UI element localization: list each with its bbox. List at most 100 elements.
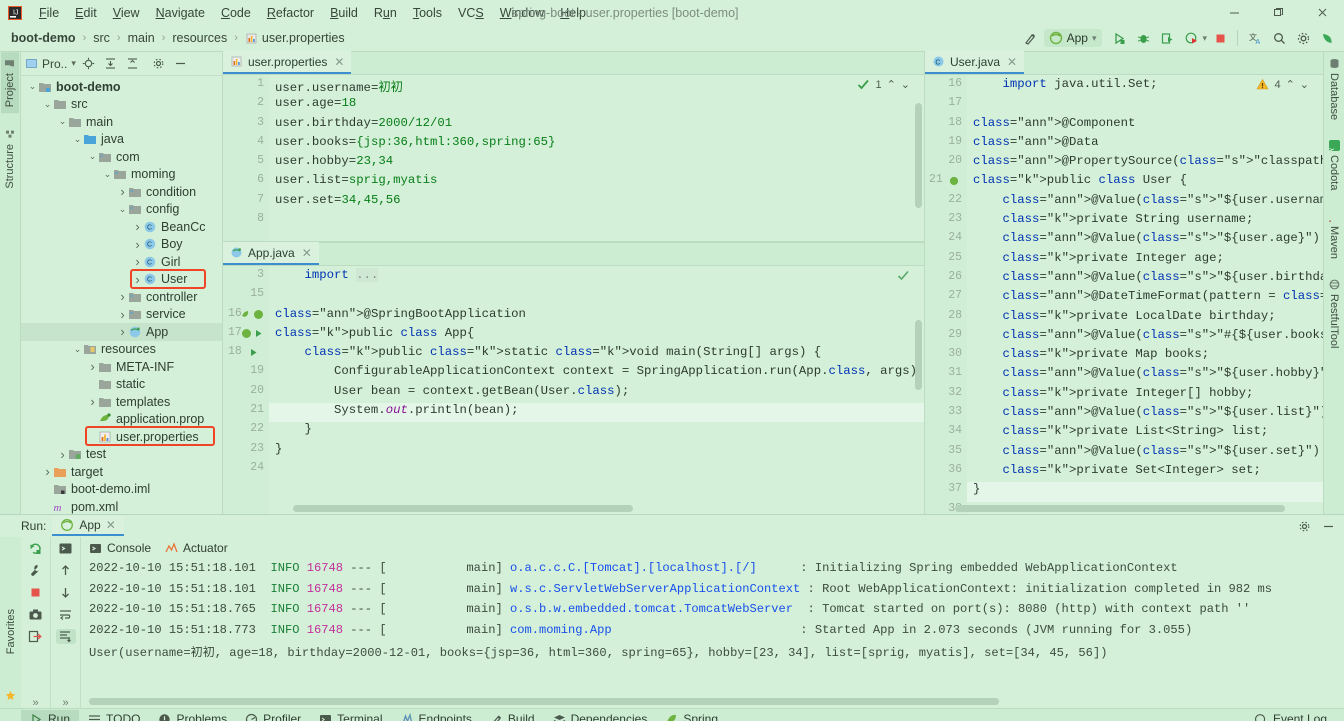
prev-problem-icon[interactable]: ⌃ xyxy=(887,78,896,91)
exit-icon[interactable] xyxy=(26,629,46,644)
menu-tools[interactable]: Tools xyxy=(405,3,450,23)
chevron-right-icon[interactable]: › xyxy=(132,272,143,287)
code-line[interactable]: user.birthday=2000/12/01 xyxy=(269,116,924,135)
code-line[interactable]: class="ann">@Value(class="s">"${user.hob… xyxy=(967,366,1323,385)
code-line[interactable]: import ... xyxy=(269,268,924,287)
tab-user-properties[interactable]: user.properties ✕ xyxy=(223,51,352,74)
tree-node-pom-xml[interactable]: m pom.xml xyxy=(21,498,222,514)
settings-icon[interactable] xyxy=(149,54,168,73)
code-line[interactable]: } xyxy=(967,482,1323,502)
editor-app-java[interactable]: 3 15 16 17 18 19 20 21 22 23 24 import ... class="… xyxy=(223,266,924,514)
close-icon[interactable]: ✕ xyxy=(334,55,344,69)
run-configuration-selector[interactable]: App ▾ xyxy=(1043,29,1103,47)
run-tab-app[interactable]: App ✕ xyxy=(52,516,124,536)
menu-navigate[interactable]: Navigate xyxy=(148,3,213,23)
sidebar-item-favorites[interactable]: Favorites xyxy=(2,603,20,660)
up-icon[interactable] xyxy=(56,563,76,578)
minimize-button[interactable] xyxy=(1212,0,1256,25)
build-project-button[interactable] xyxy=(1020,27,1042,49)
tab-endpoints[interactable]: Endpoints xyxy=(392,710,481,721)
run-with-coverage-button[interactable] xyxy=(1156,27,1178,49)
inspection-widget-app[interactable] xyxy=(897,269,910,282)
chevron-down-icon[interactable]: ▾ xyxy=(1202,33,1207,44)
menu-vcs[interactable]: VCS xyxy=(450,3,492,23)
tab-user-java[interactable]: C User.java ✕ xyxy=(925,51,1025,74)
favorites-star-icon[interactable] xyxy=(5,690,16,708)
translate-icon[interactable]: 文A xyxy=(1244,27,1266,49)
code-line[interactable] xyxy=(967,96,1323,115)
search-icon[interactable] xyxy=(1268,27,1290,49)
breadcrumb-item-3[interactable]: resources xyxy=(169,30,230,46)
code-line[interactable]: } xyxy=(269,442,924,461)
code-line[interactable]: class="ann">@SpringBootApplication xyxy=(269,307,924,326)
tree-node-user-properties[interactable]: user.properties xyxy=(21,428,222,446)
code-line[interactable]: System.out.println(bean); xyxy=(269,403,924,423)
sidebar-item-codota[interactable]: λ Codota xyxy=(1325,134,1343,196)
tab-todo[interactable]: TODO xyxy=(79,710,149,721)
code-app-java[interactable]: import ... class="ann">@SpringBootApplic… xyxy=(269,266,924,514)
debug-button[interactable] xyxy=(1132,27,1154,49)
code-line[interactable]: class="k">private Set<Integer> set; xyxy=(967,463,1323,482)
tab-build[interactable]: Build xyxy=(481,710,544,721)
more-icon[interactable]: » xyxy=(26,697,46,709)
code-line[interactable]: user.list=sprig,myatis xyxy=(269,173,924,192)
code-line[interactable]: class="k">private Integer[] hobby; xyxy=(967,386,1323,405)
chevron-down-icon[interactable]: ⌄ xyxy=(72,344,83,355)
tree-node-application-prop[interactable]: application.prop xyxy=(21,411,222,429)
editor-user-properties[interactable]: 12345678 user.username=初初 user.age=18 user… xyxy=(223,75,924,241)
tree-node-com[interactable]: ⌄ com xyxy=(21,148,222,166)
tree-node-main[interactable]: ⌄ main xyxy=(21,113,222,131)
tree-node-user[interactable]: › C User xyxy=(21,271,222,289)
code-line[interactable]: class="ann">@Value(class="s">"${user.use… xyxy=(967,193,1323,212)
code-line[interactable]: ConfigurableApplicationContext context =… xyxy=(269,364,924,383)
chevron-down-icon[interactable]: ⌄ xyxy=(57,116,68,127)
chevron-down-icon[interactable]: ⌄ xyxy=(117,204,128,215)
maximize-button[interactable] xyxy=(1256,0,1300,25)
menu-refactor[interactable]: Refactor xyxy=(259,3,322,23)
next-problem-icon[interactable]: ⌄ xyxy=(901,78,910,91)
menu-build[interactable]: Build xyxy=(322,3,366,23)
scrollbar-app-h[interactable] xyxy=(293,505,633,512)
tab-profiler[interactable]: Profiler xyxy=(236,710,310,721)
chevron-down-icon[interactable]: ⌄ xyxy=(87,151,98,162)
chevron-right-icon[interactable]: › xyxy=(132,254,143,269)
console-view-icon[interactable] xyxy=(56,541,76,556)
code-line[interactable]: class="ann">@Value(class="s">"#{${user.b… xyxy=(967,328,1323,347)
project-pane-title[interactable]: Pro.. ▾ xyxy=(25,57,76,71)
chevron-right-icon[interactable]: › xyxy=(132,219,143,234)
tree-node-boot-demo[interactable]: ⌄ boot-demo xyxy=(21,78,222,96)
chevron-right-icon[interactable]: › xyxy=(87,359,98,374)
code-line[interactable] xyxy=(269,212,924,231)
breadcrumb-item-1[interactable]: src xyxy=(90,30,113,46)
tab-spring[interactable]: Spring xyxy=(656,710,727,721)
inspection-widget-properties[interactable]: 1 ⌃ ⌄ xyxy=(857,78,910,91)
scrollbar-properties[interactable] xyxy=(915,103,922,208)
rerun-button[interactable] xyxy=(26,541,46,556)
chevron-right-icon[interactable]: › xyxy=(117,184,128,199)
hide-panel-button[interactable] xyxy=(1318,516,1338,536)
settings-icon[interactable] xyxy=(1292,27,1314,49)
code-line[interactable] xyxy=(269,287,924,306)
code-line[interactable]: class="k">private String username; xyxy=(967,212,1323,231)
chevron-right-icon[interactable]: › xyxy=(42,464,53,479)
tab-actuator[interactable]: Actuator xyxy=(165,541,228,555)
code-line[interactable]: User bean = context.getBean(User.class); xyxy=(269,384,924,403)
stop-button[interactable] xyxy=(26,585,46,600)
code-line[interactable]: class="ann">@Value(class="s">"${user.set… xyxy=(967,444,1323,463)
close-icon[interactable]: ✕ xyxy=(302,246,312,260)
code-line[interactable]: user.username=初初 xyxy=(269,77,924,96)
tree-node-static[interactable]: static xyxy=(21,376,222,394)
code-line[interactable]: user.books={jsp:36,html:360,spring:65} xyxy=(269,135,924,154)
stop-button[interactable] xyxy=(1209,27,1231,49)
scroll-to-end-icon[interactable] xyxy=(55,629,76,644)
code-line[interactable]: class="k">public class="k">static class=… xyxy=(269,345,924,364)
chevron-down-icon[interactable]: ⌄ xyxy=(42,99,53,110)
scrollbar-user-h[interactable] xyxy=(955,505,1285,512)
editor-user-java[interactable]: 16 17 18 19 20 21 22 23 24 25 26 27 28 29 30 31 32 33 34 35… xyxy=(925,75,1323,514)
prev-problem-icon[interactable]: ⌃ xyxy=(1286,78,1295,91)
code-line[interactable]: class="ann">@Data xyxy=(967,135,1323,154)
breadcrumb-item-4[interactable]: user.properties xyxy=(242,30,348,46)
breadcrumb-item-0[interactable]: boot-demo xyxy=(8,30,79,46)
menu-run[interactable]: Run xyxy=(366,3,405,23)
code-user-java[interactable]: import java.util.Set; class="ann">@Compo… xyxy=(967,75,1323,514)
